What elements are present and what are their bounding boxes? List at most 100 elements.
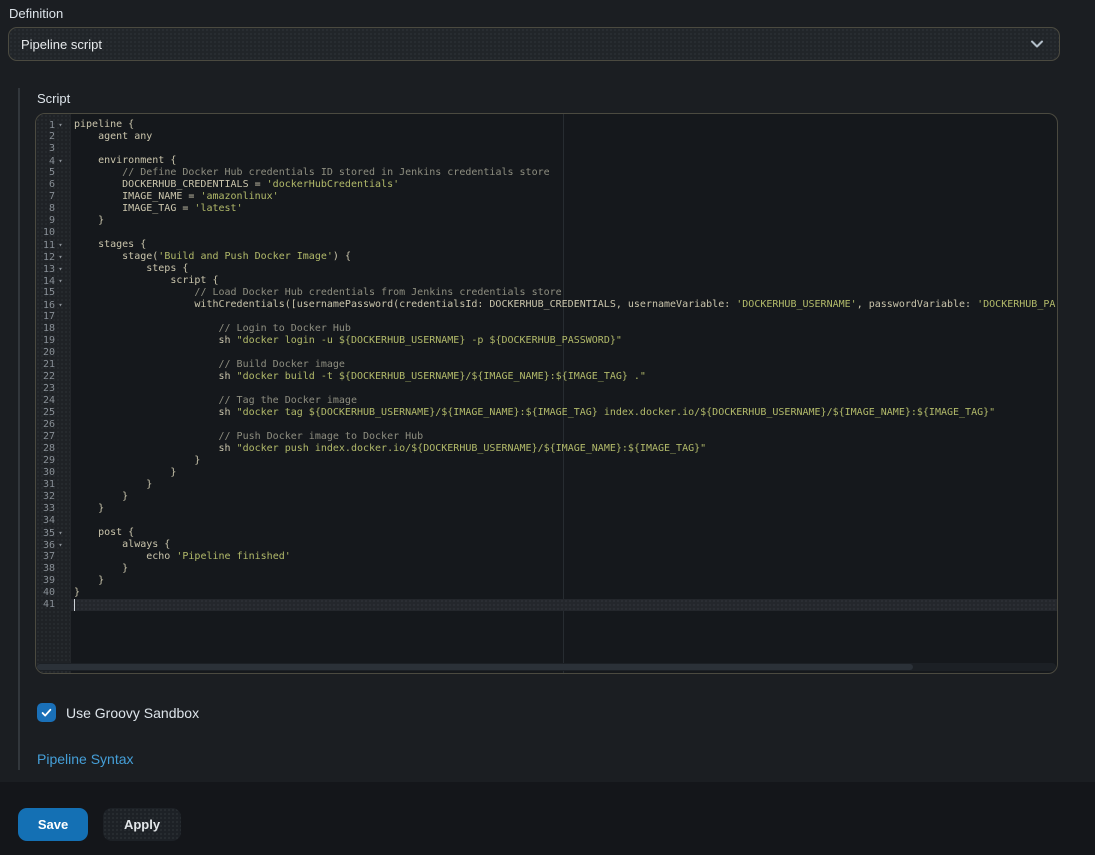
- code-line[interactable]: agent any: [71, 131, 1057, 143]
- code-line[interactable]: [71, 227, 1057, 239]
- code-line[interactable]: sh "docker push index.docker.io/${DOCKER…: [71, 443, 1057, 455]
- code-line[interactable]: [71, 143, 1057, 155]
- gutter-line-number[interactable]: 36▾: [36, 539, 70, 551]
- code-line[interactable]: }: [71, 215, 1057, 227]
- gutter-line-number[interactable]: 35▾: [36, 527, 70, 539]
- gutter-line-number: 27: [36, 431, 70, 443]
- gutter-line-number[interactable]: 4▾: [36, 155, 70, 167]
- code-line[interactable]: // Build Docker image: [71, 359, 1057, 371]
- gutter-line-number: 3: [36, 143, 70, 155]
- gutter-line-number[interactable]: 1▾: [36, 119, 70, 131]
- code-line[interactable]: withCredentials([usernamePassword(creden…: [71, 299, 1057, 311]
- code-line[interactable]: stage('Build and Push Docker Image') {: [71, 251, 1057, 263]
- gutter-line-number: 24: [36, 395, 70, 407]
- sandbox-row: Use Groovy Sandbox: [37, 703, 199, 722]
- code-line[interactable]: [71, 599, 1057, 611]
- gutter-line-number: 5: [36, 167, 70, 179]
- code-line[interactable]: }: [71, 455, 1057, 467]
- gutter-line-number: 6: [36, 179, 70, 191]
- gutter-line-number: 19: [36, 335, 70, 347]
- gutter-line-number: 2: [36, 131, 70, 143]
- code-line[interactable]: }: [71, 575, 1057, 587]
- code-line[interactable]: // Define Docker Hub credentials ID stor…: [71, 167, 1057, 179]
- code-line[interactable]: DOCKERHUB_CREDENTIALS = 'dockerHubCreden…: [71, 179, 1057, 191]
- gutter-line-number: 31: [36, 479, 70, 491]
- code-line[interactable]: }: [71, 467, 1057, 479]
- definition-select[interactable]: Pipeline script: [8, 27, 1060, 61]
- horizontal-scrollbar[interactable]: [37, 663, 1056, 671]
- section-indent-line: [18, 88, 20, 770]
- gutter-line-number: 29: [36, 455, 70, 467]
- code-line[interactable]: pipeline {: [71, 119, 1057, 131]
- code-line[interactable]: IMAGE_TAG = 'latest': [71, 203, 1057, 215]
- code-line[interactable]: }: [71, 491, 1057, 503]
- code-line[interactable]: }: [71, 503, 1057, 515]
- code-line[interactable]: // Tag the Docker image: [71, 395, 1057, 407]
- gutter-line-number: 18: [36, 323, 70, 335]
- code-line[interactable]: [71, 383, 1057, 395]
- code-line[interactable]: // Login to Docker Hub: [71, 323, 1057, 335]
- code-line[interactable]: [71, 419, 1057, 431]
- editor-code-area[interactable]: pipeline { agent any environment { // De…: [71, 114, 1057, 673]
- pipeline-config-page: Definition Pipeline script Script 1▾234▾…: [0, 0, 1095, 855]
- code-line[interactable]: always {: [71, 539, 1057, 551]
- gutter-line-number: 9: [36, 215, 70, 227]
- code-line[interactable]: post {: [71, 527, 1057, 539]
- groovy-sandbox-checkbox[interactable]: [37, 703, 56, 722]
- pipeline-syntax-link[interactable]: Pipeline Syntax: [37, 751, 134, 767]
- gutter-line-number[interactable]: 16▾: [36, 299, 70, 311]
- gutter-line-number: 26: [36, 419, 70, 431]
- gutter-line-number: 34: [36, 515, 70, 527]
- gutter-line-number: 33: [36, 503, 70, 515]
- gutter-line-number: 28: [36, 443, 70, 455]
- gutter-line-number: 20: [36, 347, 70, 359]
- gutter-line-number: 15: [36, 287, 70, 299]
- gutter-line-number: 32: [36, 491, 70, 503]
- code-line[interactable]: [71, 347, 1057, 359]
- gutter-line-number: 25: [36, 407, 70, 419]
- code-line[interactable]: environment {: [71, 155, 1057, 167]
- code-line[interactable]: // Load Docker Hub credentials from Jenk…: [71, 287, 1057, 299]
- script-editor[interactable]: 1▾234▾567891011▾12▾13▾14▾1516▾1718192021…: [35, 113, 1058, 674]
- code-line[interactable]: IMAGE_NAME = 'amazonlinux': [71, 191, 1057, 203]
- script-label: Script: [37, 91, 70, 106]
- gutter-line-number: 37: [36, 551, 70, 563]
- code-line[interactable]: [71, 311, 1057, 323]
- gutter-line-number[interactable]: 11▾: [36, 239, 70, 251]
- definition-label: Definition: [9, 6, 63, 21]
- checkmark-icon: [40, 706, 53, 719]
- code-line[interactable]: [71, 515, 1057, 527]
- gutter-line-number: 8: [36, 203, 70, 215]
- code-line[interactable]: script {: [71, 275, 1057, 287]
- apply-button[interactable]: Apply: [103, 808, 181, 841]
- gutter-line-number[interactable]: 14▾: [36, 275, 70, 287]
- text-cursor: [74, 599, 75, 611]
- code-line[interactable]: sh "docker build -t ${DOCKERHUB_USERNAME…: [71, 371, 1057, 383]
- editor-gutter: 1▾234▾567891011▾12▾13▾14▾1516▾1718192021…: [36, 114, 71, 673]
- gutter-line-number: 41: [36, 599, 70, 611]
- groovy-sandbox-label: Use Groovy Sandbox: [66, 705, 199, 721]
- code-line[interactable]: }: [71, 563, 1057, 575]
- code-line[interactable]: stages {: [71, 239, 1057, 251]
- code-line[interactable]: }: [71, 587, 1057, 599]
- gutter-line-number[interactable]: 13▾: [36, 263, 70, 275]
- gutter-line-number: 7: [36, 191, 70, 203]
- gutter-line-number: 10: [36, 227, 70, 239]
- gutter-line-number: 30: [36, 467, 70, 479]
- horizontal-scrollbar-thumb[interactable]: [37, 664, 913, 670]
- code-line[interactable]: steps {: [71, 263, 1057, 275]
- save-button[interactable]: Save: [18, 808, 88, 841]
- gutter-line-number: 40: [36, 587, 70, 599]
- gutter-line-number: 22: [36, 371, 70, 383]
- gutter-line-number: 21: [36, 359, 70, 371]
- code-line[interactable]: // Push Docker image to Docker Hub: [71, 431, 1057, 443]
- code-line[interactable]: echo 'Pipeline finished': [71, 551, 1057, 563]
- definition-selected-value: Pipeline script: [9, 37, 1029, 52]
- chevron-down-icon: [1029, 36, 1045, 52]
- gutter-line-number: 39: [36, 575, 70, 587]
- gutter-line-number[interactable]: 12▾: [36, 251, 70, 263]
- gutter-line-number: 23: [36, 383, 70, 395]
- code-line[interactable]: sh "docker tag ${DOCKERHUB_USERNAME}/${I…: [71, 407, 1057, 419]
- code-line[interactable]: sh "docker login -u ${DOCKERHUB_USERNAME…: [71, 335, 1057, 347]
- code-line[interactable]: }: [71, 479, 1057, 491]
